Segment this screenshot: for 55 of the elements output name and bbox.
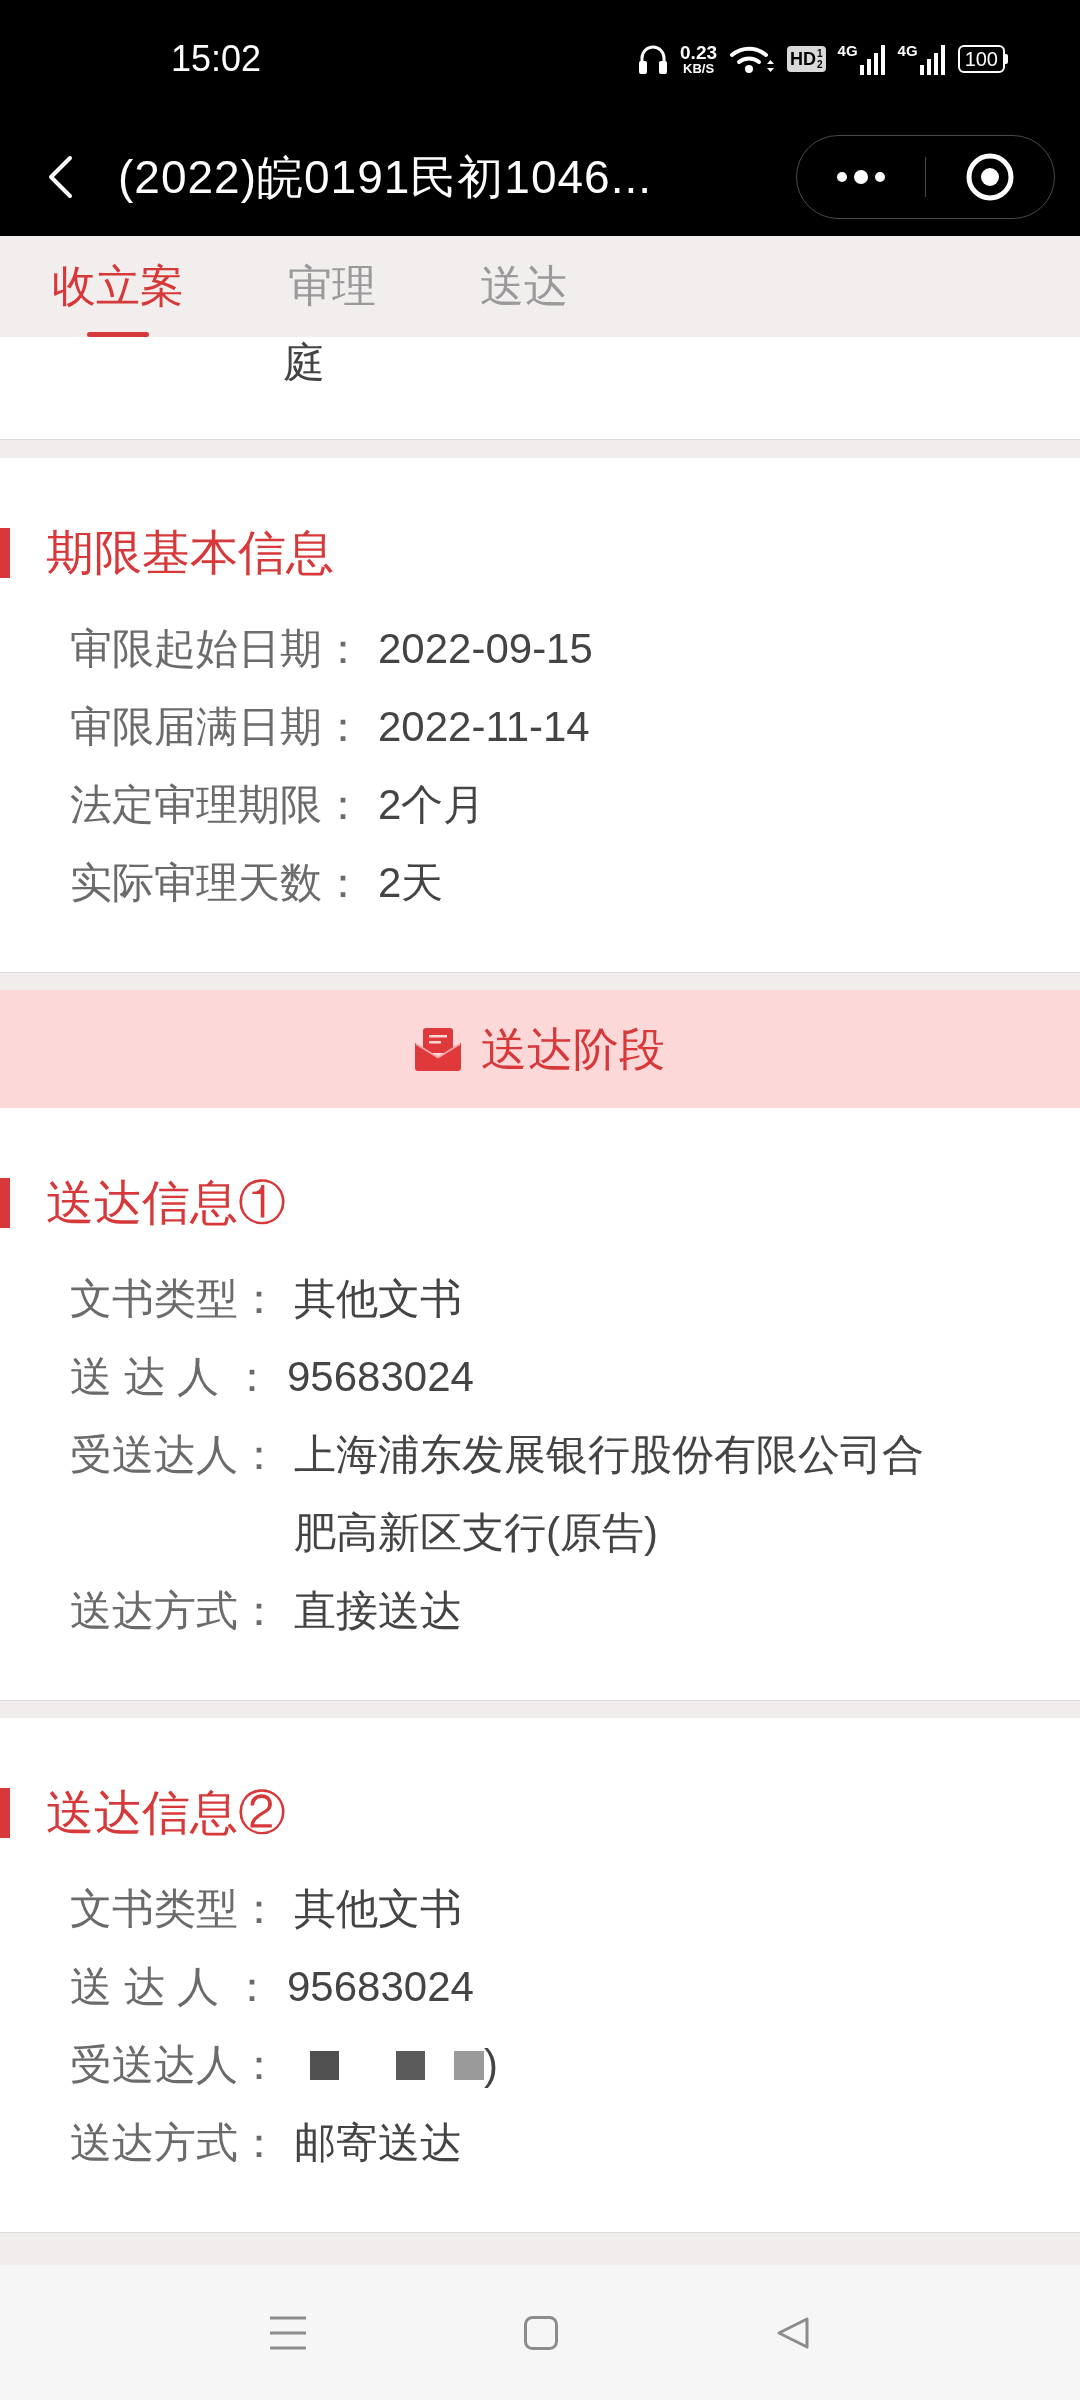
headphone-icon xyxy=(638,43,669,75)
field-value: 95683024 xyxy=(287,1352,474,1402)
field-label: 受送达人： xyxy=(70,2040,280,2090)
status-time: 15:02 xyxy=(171,41,262,77)
menu-icon[interactable] xyxy=(270,2315,306,2350)
field-label: 法定审理期限： xyxy=(70,780,364,830)
section-marker xyxy=(0,1178,10,1228)
net-speed-unit: KB/S xyxy=(683,61,715,76)
back-icon[interactable] xyxy=(776,2315,810,2350)
section-title: 送达信息① xyxy=(46,1175,286,1231)
field-label: 送达方式： xyxy=(70,2118,280,2168)
stage-title: 送达阶段 xyxy=(481,1026,665,1072)
field-label: 审限届满日期： xyxy=(70,702,364,752)
section-title: 送达信息② xyxy=(46,1785,286,1841)
field-value: 其他文书 xyxy=(294,1274,462,1324)
signal-icon xyxy=(859,45,886,75)
tab[interactable]: 收立案 xyxy=(52,236,184,337)
network-type: 4G xyxy=(837,43,858,58)
redaction-square-icon xyxy=(454,2050,484,2080)
field-value: 直接送达 xyxy=(294,1586,462,1636)
tab[interactable]: 审理 xyxy=(288,236,376,337)
network-type: 4G xyxy=(897,43,918,58)
section-marker xyxy=(0,528,10,578)
field-label: 文书类型： xyxy=(70,1884,280,1934)
field-value: 上海浦东发展银行股份有限公司合肥高新区支行(原告) xyxy=(294,1430,925,1558)
home-icon[interactable] xyxy=(524,2315,558,2350)
field-value: 邮寄送达 xyxy=(294,2118,462,2168)
tab[interactable]: 送达 xyxy=(480,236,568,337)
field-value: 2022-11-14 xyxy=(378,702,590,752)
field-label: 送 达 人 ： xyxy=(70,1962,273,2012)
field-label: 实际审理天数： xyxy=(70,858,364,908)
field-label: 受送达人： xyxy=(70,1430,280,1480)
battery-indicator: 100 xyxy=(957,45,1008,73)
signal-icon xyxy=(919,45,946,75)
field-label: 送 达 人 ： xyxy=(70,1352,273,1402)
field-value: 2天 xyxy=(378,858,444,908)
field-label: 送达方式： xyxy=(70,1586,280,1636)
field-value: ) xyxy=(484,2040,498,2090)
section-marker xyxy=(0,1788,10,1838)
text-fragment: 庭 xyxy=(283,338,325,388)
field-value: 其他文书 xyxy=(294,1884,462,1934)
field-value: 95683024 xyxy=(287,1962,474,2012)
field-label: 审限起始日期： xyxy=(70,624,364,674)
more-icon xyxy=(836,170,886,184)
tab-indicator xyxy=(87,332,149,337)
target-icon xyxy=(966,153,1014,201)
section-title: 期限基本信息 xyxy=(46,525,334,581)
field-value: 2个月 xyxy=(378,780,486,830)
field-label: 文书类型： xyxy=(70,1274,280,1324)
redaction-square-icon xyxy=(396,2050,425,2080)
field-value: 2022-09-15 xyxy=(378,624,593,674)
back-icon xyxy=(47,155,73,199)
redaction-square-icon xyxy=(310,2050,339,2080)
envelope-icon xyxy=(415,1027,461,1071)
net-speed-value: 0.23 xyxy=(680,42,718,62)
